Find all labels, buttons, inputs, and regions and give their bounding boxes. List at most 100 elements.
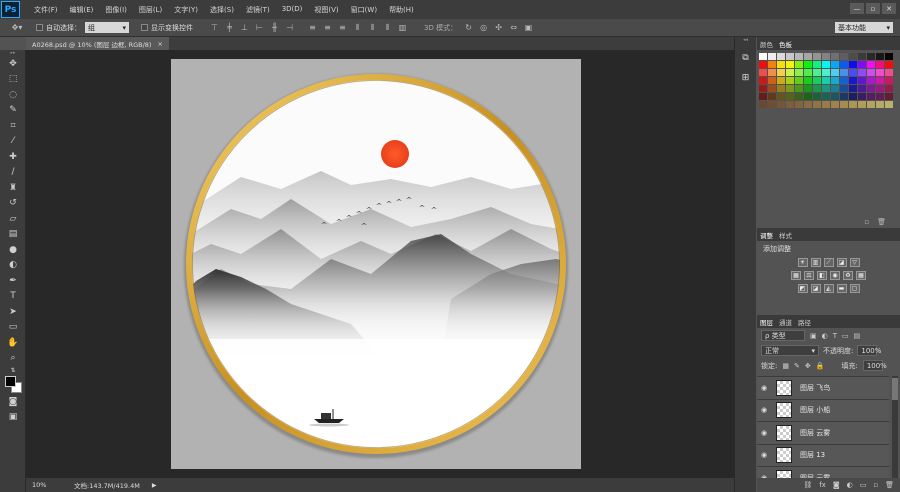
opacity-input[interactable]: 100% (857, 345, 881, 356)
align-hcenter-icon[interactable]: ╫ (269, 23, 280, 33)
color-swatch[interactable] (786, 53, 794, 60)
color-swatch[interactable] (777, 77, 785, 84)
color-swatch[interactable] (786, 85, 794, 92)
color-swatch[interactable] (885, 61, 893, 68)
color-swatch[interactable] (804, 93, 812, 100)
color-swatch[interactable] (849, 53, 857, 60)
show-transform-option[interactable]: 显示变换控件 (141, 23, 193, 33)
hand-tool-icon[interactable]: ✋ (0, 335, 26, 351)
color-swatch[interactable] (768, 93, 776, 100)
color-swatch[interactable] (831, 77, 839, 84)
dock-collapse-icon[interactable]: ◂◂ (735, 37, 756, 43)
filter-type-icon[interactable]: T (833, 332, 837, 340)
minimize-button[interactable]: — (850, 3, 864, 14)
history-panel-icon[interactable]: ⧉ (736, 49, 756, 67)
3d-pan-icon[interactable]: ✣ (493, 23, 504, 33)
color-swatch[interactable] (867, 77, 875, 84)
status-menu-arrow[interactable]: ▶ (152, 482, 157, 489)
color-swatch[interactable] (777, 69, 785, 76)
3d-roll-icon[interactable]: ◎ (478, 23, 489, 33)
blur-tool-icon[interactable]: ● (0, 242, 26, 258)
marquee-tool-icon[interactable]: ⬚ (0, 72, 26, 88)
menu-item-10[interactable]: 帮助(H) (383, 5, 420, 15)
zoom-tool-icon[interactable]: ⌕ (0, 351, 26, 367)
color-swatch[interactable] (777, 85, 785, 92)
brightness-icon[interactable]: ☀ (797, 258, 808, 267)
rectangle-tool-icon[interactable]: ▭ (0, 320, 26, 336)
color-swatch[interactable] (768, 77, 776, 84)
exposure-icon[interactable]: ◪ (836, 258, 847, 267)
color-swatch[interactable] (759, 53, 767, 60)
color-swatch[interactable] (840, 69, 848, 76)
color-swatch[interactable] (840, 101, 848, 108)
align-right-icon[interactable]: ⊣ (284, 23, 295, 33)
layer-row[interactable]: ◉ 图层 飞鸟 (757, 376, 889, 399)
swatch-grid[interactable] (757, 50, 900, 108)
layer-row[interactable]: ◉ 图层 小船 (757, 398, 889, 421)
canvas-area[interactable] (26, 50, 734, 478)
3d-rotate-icon[interactable]: ↻ (463, 23, 474, 33)
auto-select-option[interactable]: 自动选择： (36, 23, 81, 33)
healing-brush-tool-icon[interactable]: ✚ (0, 149, 26, 165)
color-swatch[interactable] (858, 93, 866, 100)
lock-all-icon[interactable]: 🔒 (816, 362, 825, 370)
color-swatch[interactable] (786, 61, 794, 68)
color-swatch[interactable] (759, 101, 767, 108)
color-swatch[interactable] (885, 53, 893, 60)
color-swatch[interactable] (867, 69, 875, 76)
levels-icon[interactable]: ▥ (810, 258, 821, 267)
color-swatch[interactable] (849, 69, 857, 76)
color-swatch[interactable] (822, 69, 830, 76)
dodge-tool-icon[interactable]: ◐ (0, 258, 26, 274)
fill-input[interactable]: 100% (862, 360, 887, 371)
color-swatch[interactable] (822, 85, 830, 92)
properties-panel-icon[interactable]: ⊞ (736, 69, 756, 87)
link-layers-icon[interactable]: ⛓ (803, 481, 812, 489)
color-swatch[interactable] (759, 93, 767, 100)
color-swatch[interactable] (831, 61, 839, 68)
add-mask-icon[interactable]: ◙ (833, 481, 840, 489)
color-swatch[interactable] (858, 77, 866, 84)
color-swatch[interactable] (867, 85, 875, 92)
menu-item-6[interactable]: 滤镜(T) (240, 5, 276, 15)
color-swatch[interactable] (768, 61, 776, 68)
color-swatch[interactable] (795, 101, 803, 108)
color-swatch[interactable] (795, 77, 803, 84)
menu-item-5[interactable]: 选择(S) (204, 5, 240, 15)
posterize-icon[interactable]: ◪ (810, 284, 821, 293)
tab-color[interactable]: 颜色 (760, 39, 773, 49)
layer-filter-dropdown[interactable]: ρ 类型 (761, 330, 805, 341)
color-swatch[interactable] (768, 101, 776, 108)
color-swatch[interactable] (840, 61, 848, 68)
menu-item-9[interactable]: 窗口(W) (345, 5, 383, 15)
crop-tool-icon[interactable]: ⌗ (0, 118, 26, 134)
hue-saturation-icon[interactable]: ▦ (791, 271, 801, 280)
color-swatch[interactable] (822, 53, 830, 60)
color-swatch[interactable] (867, 53, 875, 60)
color-swatch[interactable] (867, 101, 875, 108)
color-swatch[interactable] (822, 77, 830, 84)
color-swatch[interactable] (777, 53, 785, 60)
color-swatch[interactable] (822, 93, 830, 100)
color-swatch[interactable] (849, 61, 857, 68)
tab-paths[interactable]: 路径 (798, 317, 811, 327)
tab-adjustments[interactable]: 调整 (760, 230, 773, 240)
close-icon[interactable]: × (157, 40, 162, 48)
color-swatch[interactable] (804, 53, 812, 60)
eraser-tool-icon[interactable]: ▱ (0, 211, 26, 227)
invert-icon[interactable]: ◩ (797, 284, 808, 293)
color-swatch[interactable] (858, 101, 866, 108)
quick-select-tool-icon[interactable]: ✎ (0, 103, 26, 119)
color-balance-icon[interactable]: ⚖ (804, 271, 814, 280)
new-layer-icon[interactable]: ▫ (873, 481, 878, 489)
color-swatch[interactable] (849, 77, 857, 84)
screen-mode-icon[interactable]: ▣ (0, 410, 26, 426)
fx-icon[interactable]: fx (819, 481, 826, 489)
filter-adjust-icon[interactable]: ◐ (822, 332, 828, 340)
photo-filter-icon[interactable]: ◉ (830, 271, 840, 280)
blend-mode-dropdown[interactable]: 正常 ▾ (761, 345, 819, 356)
tab-styles[interactable]: 样式 (779, 230, 792, 240)
color-swatch[interactable] (831, 53, 839, 60)
zoom-level[interactable]: 10% (32, 481, 62, 489)
move-tool-preset-icon[interactable]: ✥▾ (8, 23, 26, 33)
